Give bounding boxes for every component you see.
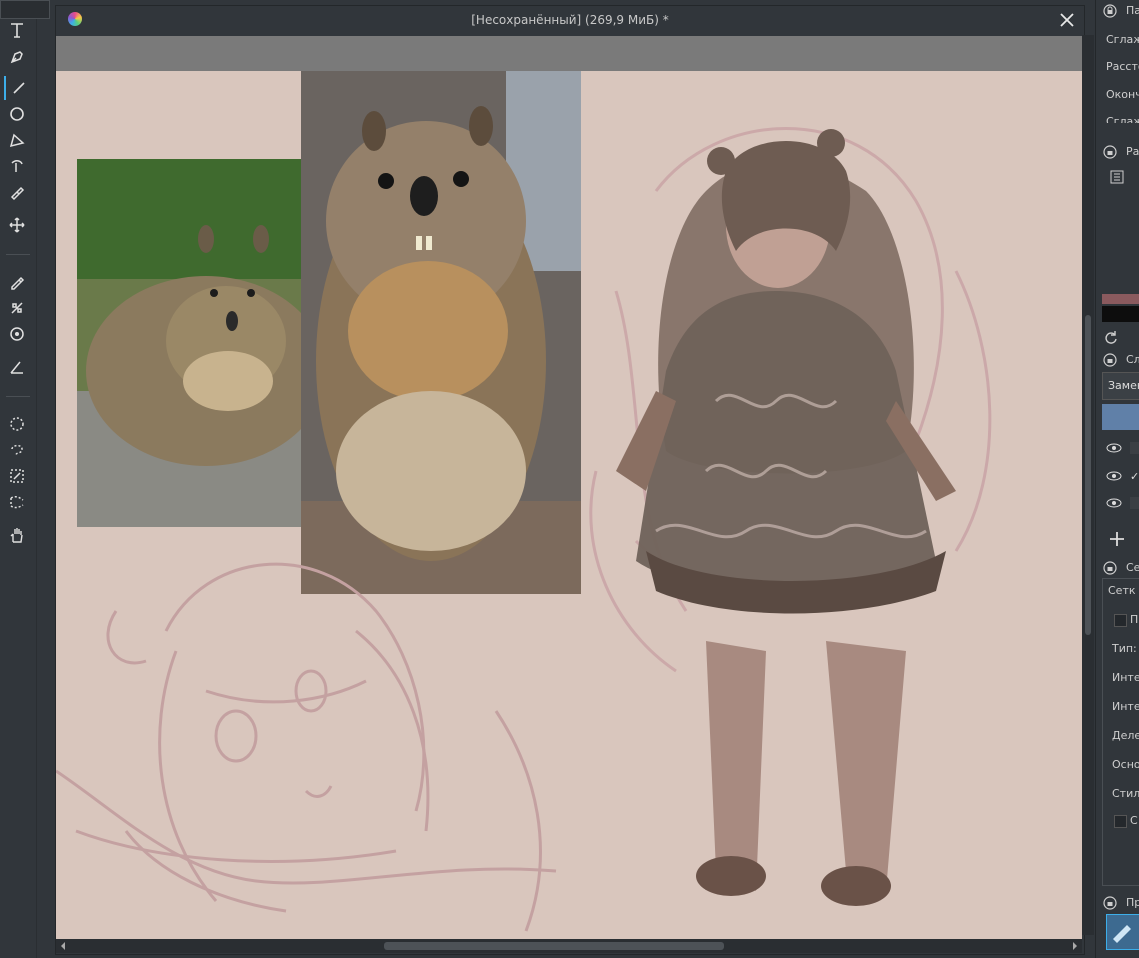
bezier-curve-icon[interactable] <box>4 154 30 178</box>
lock-icon[interactable] <box>1103 4 1117 18</box>
grid-docker-header: Сет <box>1126 561 1139 574</box>
canvas-border-area <box>56 36 1082 71</box>
grid-row-label: Осно <box>1112 758 1139 771</box>
toolbox-separator <box>6 254 30 255</box>
grid-checkbox[interactable] <box>1114 614 1127 627</box>
background-color-swatch[interactable] <box>1102 306 1139 322</box>
lock-icon[interactable] <box>1103 561 1117 575</box>
vertical-scrollbar[interactable] <box>1082 35 1094 935</box>
grid-checkbox[interactable] <box>1114 815 1127 828</box>
lock-icon[interactable] <box>1103 145 1117 159</box>
toolbox-separator <box>6 396 30 397</box>
smart-patch-icon[interactable] <box>4 296 30 320</box>
scroll-left-icon[interactable] <box>59 939 67 953</box>
brush-setting-row[interactable]: Сглаж <box>1106 33 1139 46</box>
document-title: [Несохранённый] (269,9 МиБ) * <box>471 13 669 27</box>
pencil-sketch-face <box>56 562 557 932</box>
dynamic-brush-icon[interactable] <box>4 180 30 204</box>
grid-row-label: Стил <box>1112 787 1139 800</box>
grid-row-label: С <box>1130 814 1138 827</box>
brush-preset-icon <box>1113 925 1131 943</box>
horizontal-scroll-thumb[interactable] <box>384 942 724 950</box>
pan-hand-icon[interactable] <box>4 523 30 547</box>
layer-checkbox[interactable] <box>1130 497 1139 509</box>
bezier-select-icon[interactable] <box>4 490 30 514</box>
docker-header: Рас <box>1126 145 1139 158</box>
drawing-canvas[interactable] <box>56 71 1082 939</box>
assistant-tool-icon[interactable] <box>4 322 30 346</box>
brush-setting-row[interactable]: Сглаж <box>1106 115 1139 123</box>
brush-preset-thumbnail[interactable] <box>1106 914 1139 950</box>
grid-row-label: Деле <box>1112 729 1139 742</box>
eye-icon[interactable] <box>1106 471 1122 481</box>
reference-photo-left <box>77 159 326 527</box>
add-layer-icon[interactable] <box>1108 530 1126 548</box>
lock-icon[interactable] <box>1103 353 1117 367</box>
eye-icon[interactable] <box>1106 498 1122 508</box>
grid-row-label: Инте <box>1112 700 1139 713</box>
list-view-icon[interactable] <box>1110 170 1124 184</box>
grid-row-label: П <box>1130 613 1139 626</box>
ellipse-select-icon[interactable] <box>4 412 30 436</box>
brush-setting-row[interactable]: Оконч <box>1106 88 1139 101</box>
color-picker-icon[interactable] <box>4 270 30 294</box>
grid-row-label: Инте <box>1112 671 1139 684</box>
magic-select-icon[interactable] <box>4 464 30 488</box>
active-layer-row[interactable] <box>1102 404 1139 430</box>
blend-mode-value: Замен <box>1108 379 1139 392</box>
blend-mode-select[interactable]: Замен <box>1102 372 1139 400</box>
brush-setting-row[interactable]: Рассто <box>1106 60 1139 73</box>
close-icon[interactable] <box>1058 11 1076 29</box>
polygon-tool-icon[interactable] <box>4 128 30 152</box>
move-tool-icon[interactable] <box>4 213 30 237</box>
layers-header: Сл <box>1126 353 1139 366</box>
canvas-artwork <box>56 71 992 932</box>
toolbox <box>0 0 50 958</box>
horizontal-scrollbar[interactable] <box>56 939 1082 953</box>
character-drawing <box>589 127 992 906</box>
document-titlebar: [Несохранённый] (269,9 МиБ) * <box>56 6 1084 36</box>
ellipse-tool-icon[interactable] <box>4 102 30 126</box>
toolbox-top-bar <box>0 0 50 19</box>
freehand-select-icon[interactable] <box>4 438 30 462</box>
eye-icon[interactable] <box>1106 443 1122 453</box>
measure-tool-icon[interactable] <box>4 355 30 379</box>
docker-panel: Па Сглаж Рассто Оконч Сглаж Рас Сл Замен… <box>1095 0 1139 958</box>
grid-section-label: Сетк <box>1108 584 1136 597</box>
line-tool-icon[interactable] <box>4 76 32 100</box>
layer-checkbox[interactable] <box>1130 442 1139 454</box>
reference-photo-right <box>301 71 581 594</box>
grid-row-label: Тип: <box>1112 642 1137 655</box>
calligraphy-pen-icon[interactable] <box>4 45 30 69</box>
refresh-icon[interactable] <box>1104 330 1118 344</box>
layer-checkbox-checked[interactable]: ✓ <box>1130 470 1139 483</box>
document-window: [Несохранённый] (269,9 МиБ) * <box>55 5 1085 955</box>
vertical-scroll-thumb[interactable] <box>1085 315 1091 635</box>
scroll-right-icon[interactable] <box>1071 939 1079 953</box>
foreground-color-swatch[interactable] <box>1102 294 1139 304</box>
text-tool-icon[interactable] <box>4 18 30 42</box>
lock-icon[interactable] <box>1103 896 1117 910</box>
presets-header: Пр <box>1126 896 1139 909</box>
brush-settings-header: Па <box>1126 4 1139 17</box>
